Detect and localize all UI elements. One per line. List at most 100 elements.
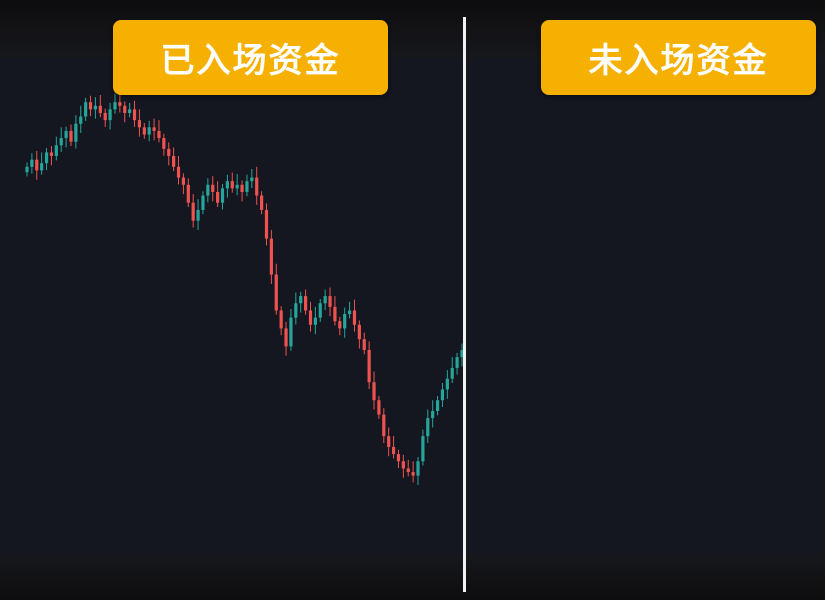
- candle-body: [108, 109, 112, 121]
- candle: [431, 400, 435, 428]
- candle: [435, 395, 440, 416]
- candle-body: [445, 378, 449, 390]
- candle: [191, 194, 195, 228]
- candle-body: [25, 166, 29, 173]
- candle-body: [103, 112, 107, 121]
- candle: [69, 124, 73, 146]
- candle: [196, 199, 200, 231]
- candle-body: [264, 209, 269, 239]
- candle-body: [377, 400, 381, 415]
- candle-body: [88, 102, 93, 110]
- candle: [49, 145, 54, 166]
- candle: [250, 168, 254, 189]
- candle-body: [167, 148, 171, 157]
- candle: [338, 316, 342, 336]
- candle-body: [274, 274, 278, 311]
- candle: [220, 184, 225, 210]
- candle: [362, 332, 366, 355]
- candle: [206, 178, 210, 203]
- candle: [186, 178, 190, 208]
- candle: [225, 174, 229, 198]
- candle-body: [426, 418, 430, 437]
- candle: [103, 108, 107, 127]
- candle-body: [98, 105, 102, 113]
- candle: [279, 306, 283, 336]
- candle-body: [30, 159, 34, 167]
- candle-body: [216, 191, 220, 203]
- candle-body: [338, 321, 342, 329]
- candle: [411, 461, 415, 483]
- candle: [132, 100, 137, 127]
- candle: [137, 109, 142, 137]
- candle: [274, 263, 278, 315]
- candle-body: [391, 446, 396, 455]
- candle-body: [137, 120, 142, 128]
- candle-body: [240, 184, 244, 192]
- candle-body: [54, 145, 58, 157]
- candle: [157, 120, 161, 143]
- candle-body: [44, 152, 49, 164]
- candle: [343, 307, 347, 338]
- candle: [181, 173, 186, 195]
- candle-body: [367, 349, 371, 383]
- candle: [294, 292, 298, 325]
- candle-body: [260, 195, 264, 210]
- candle-body: [128, 109, 132, 113]
- candle-body: [387, 436, 391, 447]
- candle-body: [284, 328, 288, 347]
- candle-body: [157, 130, 161, 139]
- candle-body: [93, 105, 98, 110]
- candle-body: [313, 317, 317, 325]
- candle-body: [64, 130, 68, 139]
- candle: [240, 180, 244, 202]
- candle: [352, 299, 357, 332]
- candle-body: [411, 472, 415, 476]
- candle-body: [220, 188, 225, 203]
- candle: [421, 429, 425, 466]
- candle: [147, 120, 151, 142]
- candle-body: [245, 181, 249, 192]
- candle: [284, 321, 288, 356]
- candle-body: [255, 177, 259, 196]
- candle: [40, 152, 44, 175]
- candle-body: [269, 238, 273, 275]
- candle: [108, 102, 112, 130]
- candle-body: [435, 400, 440, 411]
- candle: [176, 156, 181, 185]
- candle: [426, 409, 430, 443]
- candle: [74, 115, 78, 149]
- candle: [323, 289, 327, 311]
- candle-body: [172, 156, 176, 167]
- candle: [264, 203, 269, 246]
- candle: [230, 172, 234, 193]
- candle-body: [235, 184, 239, 189]
- candle: [269, 230, 273, 284]
- candle-body: [69, 130, 73, 142]
- candle: [396, 449, 401, 469]
- candle-body: [323, 296, 327, 304]
- candle: [260, 191, 264, 215]
- candle-body: [147, 127, 151, 135]
- candle: [299, 291, 303, 313]
- candle-body: [303, 296, 308, 311]
- candle: [401, 454, 405, 478]
- candle: [347, 301, 352, 319]
- candle: [172, 147, 176, 172]
- candle: [289, 309, 293, 351]
- candle-body: [196, 209, 200, 221]
- candle-body: [431, 411, 435, 419]
- candle: [88, 95, 93, 117]
- candle-body: [84, 102, 88, 117]
- candle-body: [318, 303, 322, 318]
- candle-body: [250, 177, 254, 182]
- candle-body: [289, 317, 293, 347]
- candle: [167, 142, 171, 166]
- candle: [152, 118, 156, 141]
- candle: [54, 136, 58, 161]
- candle: [162, 133, 166, 156]
- candle: [98, 95, 102, 118]
- candle-body: [79, 116, 83, 124]
- candle: [455, 352, 459, 375]
- candle-body: [113, 102, 117, 110]
- candle-body: [162, 138, 166, 149]
